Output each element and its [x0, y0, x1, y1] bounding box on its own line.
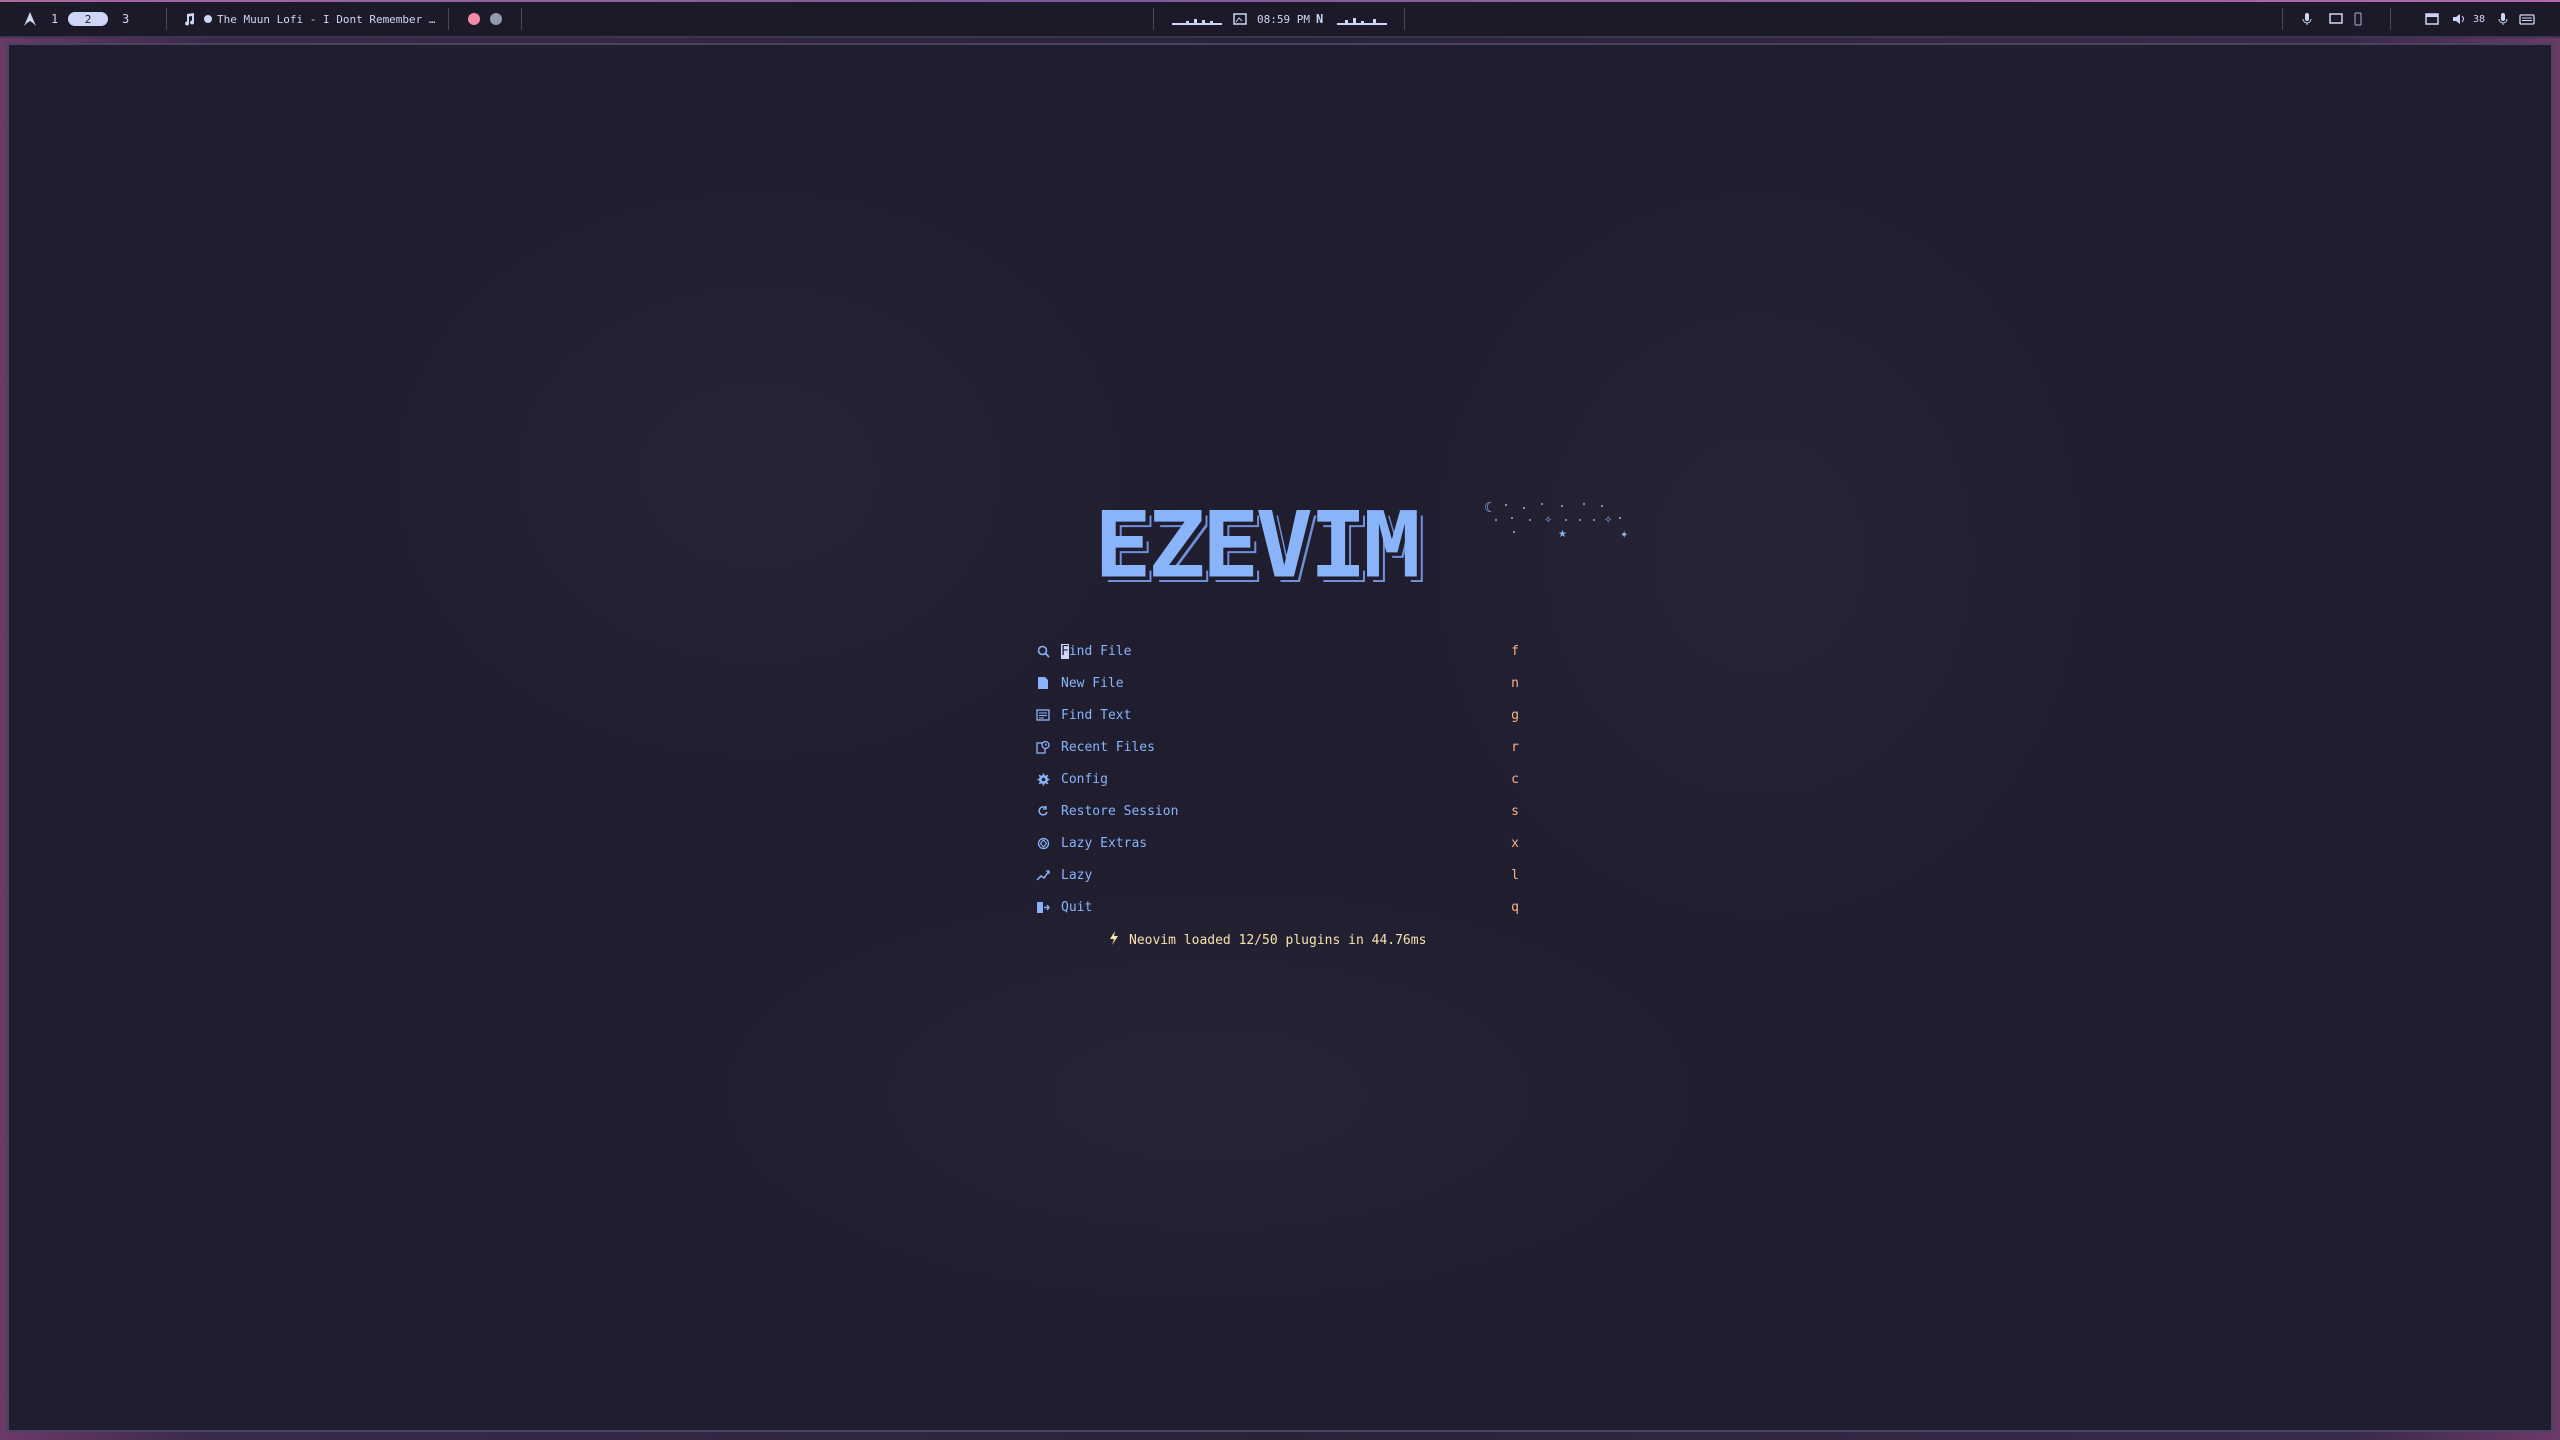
- settings-icon: [490, 13, 502, 25]
- quit-icon: [1035, 899, 1051, 915]
- menu-key: x: [1511, 835, 1519, 851]
- menu-find-file[interactable]: Find File f: [1035, 635, 1520, 667]
- display-icon[interactable]: [2329, 10, 2343, 28]
- menu-key: n: [1511, 675, 1519, 691]
- clock[interactable]: 08:59 PM: [1257, 10, 1310, 28]
- text-search-icon: [1035, 707, 1051, 723]
- bar-divider: [2282, 8, 2283, 30]
- svg-text:✧: ✧: [1604, 515, 1612, 526]
- phone-icon[interactable]: [2354, 10, 2362, 28]
- top-bar-accent: [0, 0, 2560, 2]
- text-cursor: F: [1061, 643, 1069, 659]
- menu-label: Recent Files: [1061, 739, 1155, 755]
- volume-icon[interactable]: [2452, 10, 2466, 28]
- workspace-3[interactable]: 3: [122, 10, 129, 28]
- menu-label: Find Text: [1061, 707, 1132, 723]
- bar-divider: [521, 8, 522, 30]
- startup-stats: Neovim loaded 12/50 plugins in 44.76ms: [1109, 930, 1426, 950]
- lazy-icon: [1035, 867, 1051, 883]
- menu-label: Find File: [1061, 643, 1520, 659]
- svg-text:☾: ☾: [1484, 500, 1497, 516]
- bar-divider: [2390, 8, 2391, 30]
- menu-label: Lazy Extras: [1061, 835, 1148, 851]
- record-icon: [468, 13, 480, 25]
- menu-key: r: [1511, 739, 1519, 755]
- svg-text:✧: ✧: [1544, 515, 1552, 526]
- lightning-icon: [1109, 931, 1119, 949]
- terminal-window[interactable]: EZEVIM ☾ ✧ ✧ ★ ✦ Find File f New File n …: [7, 43, 2553, 1432]
- stars-decoration: ☾ ✧ ✧ ★ ✦: [1484, 500, 1628, 541]
- bar-divider: [166, 8, 167, 30]
- menu-label: New File: [1061, 675, 1124, 691]
- workspace-2-active[interactable]: 2: [68, 10, 108, 28]
- menu-key: s: [1511, 803, 1519, 819]
- workspace-2-label: 2: [68, 12, 108, 26]
- menu-key: g: [1511, 707, 1519, 723]
- settings-button[interactable]: [490, 10, 502, 28]
- menu-find-text[interactable]: Find Text g: [1035, 699, 1520, 731]
- menu-label: Restore Session: [1061, 803, 1179, 819]
- volume-level: 38: [2473, 13, 2486, 25]
- logo-text: EZEVIM: [1094, 491, 1421, 599]
- menu-quit[interactable]: Quit q: [1035, 891, 1520, 923]
- window-icon[interactable]: [2425, 10, 2439, 28]
- menu-key: q: [1511, 899, 1519, 915]
- workspace-1[interactable]: 1: [51, 10, 58, 28]
- ezevim-logo: EZEVIM: [1094, 496, 1484, 594]
- svg-text:★: ★: [1558, 529, 1567, 540]
- notifications-icon[interactable]: N: [1316, 10, 1323, 28]
- menu-label: Lazy: [1061, 867, 1093, 883]
- screen-icon[interactable]: [1233, 10, 1247, 28]
- find-file-rest: ind File: [1068, 643, 1132, 659]
- arch-logo-icon[interactable]: [22, 10, 38, 28]
- menu-key: f: [1511, 643, 1519, 659]
- recent-files-icon: [1035, 739, 1051, 755]
- bar-divider: [1404, 8, 1405, 30]
- menu-key: c: [1511, 771, 1519, 787]
- menu-recent-files[interactable]: Recent Files r: [1035, 731, 1520, 763]
- search-icon: [1035, 643, 1051, 659]
- music-icon: [182, 10, 196, 28]
- bar-divider: [448, 8, 449, 30]
- microphone-icon[interactable]: [2302, 10, 2312, 28]
- extras-icon: [1035, 835, 1051, 851]
- record-stop-button[interactable]: [468, 10, 480, 28]
- menu-lazy[interactable]: Lazy l: [1035, 859, 1520, 891]
- gear-icon: [1035, 771, 1051, 787]
- menu-new-file[interactable]: New File n: [1035, 667, 1520, 699]
- restore-icon: [1035, 803, 1051, 819]
- media-title[interactable]: The Muun Lofi - I Dont Remember …: [217, 10, 436, 28]
- audio-visualizer-left: [1172, 10, 1222, 28]
- menu-label: Config: [1061, 771, 1108, 787]
- menu-lazy-extras[interactable]: Lazy Extras x: [1035, 827, 1520, 859]
- top-bar: 1 2 3 The Muun Lofi - I Dont Remember … …: [0, 0, 2560, 38]
- audio-visualizer-right: [1337, 10, 1387, 28]
- menu-label: Quit: [1061, 899, 1093, 915]
- file-icon: [1035, 675, 1051, 691]
- mic-status-icon[interactable]: [2498, 10, 2508, 28]
- startup-stats-text: Neovim loaded 12/50 plugins in 44.76ms: [1129, 932, 1427, 948]
- dashboard-menu: Find File f New File n Find Text g Recen…: [1035, 635, 1520, 923]
- bar-divider: [1153, 8, 1154, 30]
- menu-config[interactable]: Config c: [1035, 763, 1520, 795]
- keyboard-icon[interactable]: [2519, 10, 2535, 28]
- menu-key: l: [1511, 867, 1519, 883]
- menu-restore-session[interactable]: Restore Session s: [1035, 795, 1520, 827]
- svg-text:✦: ✦: [1620, 530, 1628, 541]
- media-status-icon: [204, 10, 212, 28]
